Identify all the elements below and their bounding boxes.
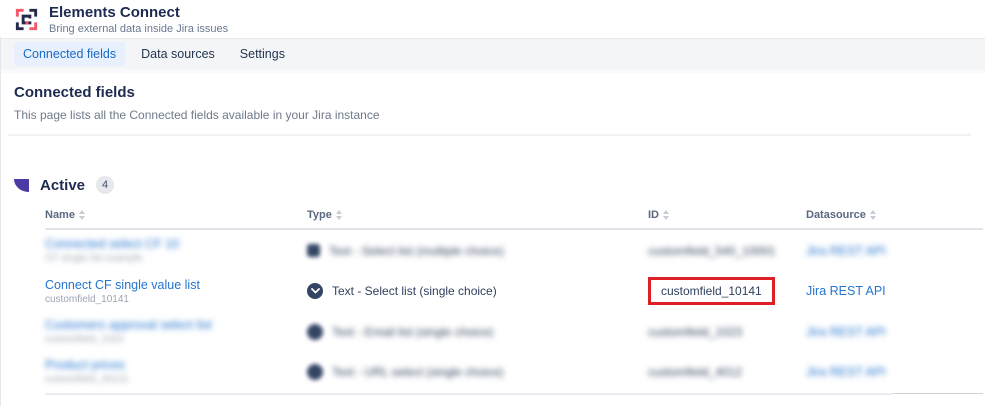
datasource-link[interactable]: Jira REST API xyxy=(806,244,886,258)
datasource-link[interactable]: Jira REST API xyxy=(806,365,886,379)
field-type-label: Text - Select list (single choice) xyxy=(332,284,497,298)
connected-field-id-subtext: CF single list example xyxy=(45,253,307,264)
type-cell: Text - Email list (single choice) xyxy=(307,324,648,340)
table-row: Customers approval select list customfie… xyxy=(45,311,983,351)
name-cell: Connected select CF 10 CF single list ex… xyxy=(45,237,307,264)
connected-field-name-link[interactable]: Connected select CF 10 xyxy=(45,237,307,251)
field-type-label: Text - URL select (single choice) xyxy=(332,365,504,379)
connected-field-name-link[interactable]: Product prices xyxy=(45,358,307,372)
page-heading-section: Connected fields This page lists all the… xyxy=(0,73,985,136)
field-type-icon xyxy=(307,244,320,257)
type-cell: Text - Select list (single choice) xyxy=(307,283,648,299)
field-type-icon xyxy=(307,324,323,340)
page-heading-divider xyxy=(8,134,971,136)
elements-connect-logo-icon xyxy=(13,6,40,33)
type-cell: Text - Select list (multiple choice) xyxy=(307,244,648,258)
highlight-box: customfield_10141 xyxy=(648,277,775,305)
column-header-id-label: ID xyxy=(648,209,659,221)
app-header: Elements Connect Bring external data ins… xyxy=(0,0,985,38)
column-header-datasource[interactable]: Datasource xyxy=(806,209,983,221)
id-cell: customfield_10141 xyxy=(648,277,806,305)
name-cell: Customers approval select list customfie… xyxy=(45,318,307,345)
column-header-type-label: Type xyxy=(307,209,332,221)
active-section-header: Active 4 xyxy=(14,176,985,194)
active-fields-section: Active 4 Name Type ID Datasource xyxy=(0,176,985,395)
connected-field-id-subtext: customfield_10141 xyxy=(45,294,307,305)
field-type-label: Text - Select list (multiple choice) xyxy=(329,244,504,258)
chevron-down-circle-icon xyxy=(307,283,323,299)
connected-field-name-link[interactable]: Customers approval select list xyxy=(45,318,307,332)
app-title: Elements Connect xyxy=(49,4,228,21)
datasource-cell: Jira REST API xyxy=(806,284,983,298)
tab-connected-fields[interactable]: Connected fields xyxy=(14,42,125,66)
datasource-link[interactable]: Jira REST API xyxy=(806,284,886,298)
field-id-value: customfield_4012 xyxy=(648,365,742,379)
column-header-id[interactable]: ID xyxy=(648,209,806,221)
connected-field-id-subtext: customfield_40121 xyxy=(45,374,307,385)
page-title: Connected fields xyxy=(14,84,971,101)
app-subtitle: Bring external data inside Jira issues xyxy=(49,23,228,35)
table-bottom-border xyxy=(45,393,983,395)
tab-bar: Connected fields Data sources Settings xyxy=(0,38,985,69)
active-section-icon xyxy=(14,179,29,192)
field-type-icon xyxy=(307,364,323,380)
datasource-link[interactable]: Jira REST API xyxy=(806,325,886,339)
field-id-value: customfield_540_10001 xyxy=(648,244,775,258)
sort-icon xyxy=(336,210,342,220)
connected-field-name-link[interactable]: Connect CF single value list xyxy=(45,278,307,292)
connected-field-id-subtext: customfield_1023 xyxy=(45,334,307,345)
field-type-label: Text - Email list (single choice) xyxy=(332,325,493,339)
field-id-value: customfield_10141 xyxy=(661,284,762,298)
id-cell: customfield_4012 xyxy=(648,365,806,379)
datasource-cell: Jira REST API xyxy=(806,325,983,339)
table-row: Connected select CF 10 CF single list ex… xyxy=(45,230,983,270)
datasource-cell: Jira REST API xyxy=(806,244,983,258)
datasource-cell: Jira REST API xyxy=(806,365,983,379)
table-row: Connect CF single value list customfield… xyxy=(45,270,983,311)
elements-connect-page: Elements Connect Bring external data ins… xyxy=(0,0,985,406)
app-header-text: Elements Connect Bring external data ins… xyxy=(49,4,228,34)
tab-data-sources[interactable]: Data sources xyxy=(132,42,224,66)
sort-icon xyxy=(663,210,669,220)
table-header-row: Name Type ID Datasource xyxy=(45,209,983,230)
column-header-name-label: Name xyxy=(45,209,75,221)
column-header-name[interactable]: Name xyxy=(45,209,307,221)
field-id-value: customfield_1023 xyxy=(648,325,742,339)
id-cell: customfield_1023 xyxy=(648,325,806,339)
sort-icon xyxy=(79,210,85,220)
sort-icon xyxy=(870,210,876,220)
tab-settings[interactable]: Settings xyxy=(231,42,294,66)
active-count-badge: 4 xyxy=(96,176,114,194)
name-cell: Product prices customfield_40121 xyxy=(45,358,307,385)
active-section-title: Active xyxy=(40,177,85,194)
page-description: This page lists all the Connected fields… xyxy=(14,108,971,122)
page-left-border xyxy=(0,37,1,406)
column-header-type[interactable]: Type xyxy=(307,209,648,221)
table-row: Product prices customfield_40121 Text - … xyxy=(45,351,983,391)
column-header-datasource-label: Datasource xyxy=(806,209,866,221)
connected-fields-table: Name Type ID Datasource xyxy=(45,209,983,395)
name-cell: Connect CF single value list customfield… xyxy=(45,278,307,305)
id-cell: customfield_540_10001 xyxy=(648,244,806,258)
type-cell: Text - URL select (single choice) xyxy=(307,364,648,380)
